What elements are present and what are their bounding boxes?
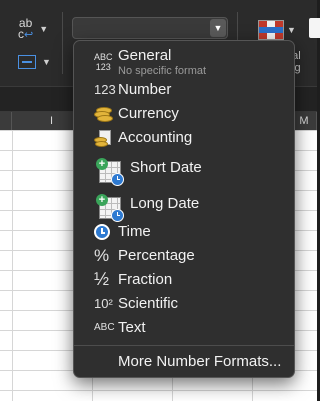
fraction-icon: ½ [94, 269, 109, 290]
menu-item-text[interactable]: ABC Text [74, 317, 294, 339]
short-date-calendar-icon: + [96, 158, 124, 186]
long-date-calendar-icon: + [96, 194, 124, 222]
menu-item-label: Percentage [118, 247, 195, 264]
icon-glyph: % [94, 246, 110, 265]
merge-cells-icon [18, 55, 36, 69]
menu-item-label: Time [118, 223, 151, 240]
number-format-combobox[interactable]: ▼ [72, 17, 228, 39]
icon-glyph: 10² [94, 296, 113, 311]
merge-center-button[interactable]: ▼ [18, 52, 51, 72]
menu-item-label: Short Date [130, 159, 202, 176]
menu-item-accounting[interactable]: Accounting [74, 127, 294, 149]
currency-coins-icon [94, 107, 113, 122]
menu-item-label: Fraction [118, 271, 173, 288]
accounting-ledger-icon [94, 130, 112, 147]
menu-item-sublabel: No specific format [118, 65, 207, 77]
wrap-text-icon: ab c↩ [18, 15, 34, 41]
icon-glyph: ½ [94, 269, 110, 289]
menu-item-label: Currency [118, 105, 179, 122]
menu-divider [74, 345, 294, 346]
scientific-icon: 10² [94, 296, 113, 311]
format-as-table-icon[interactable] [309, 18, 320, 38]
toolbar-separator [62, 12, 63, 74]
menu-item-label: General [118, 47, 172, 64]
icon-glyph-top: ABC [94, 52, 113, 62]
column-header-m[interactable]: M [292, 112, 317, 130]
menu-item-scientific[interactable]: 10² Scientific [74, 293, 294, 315]
chevron-down-icon[interactable]: ▼ [287, 25, 296, 35]
number-format-menu: ABC 123 General No specific format 123 N… [73, 40, 295, 378]
menu-item-more-number-formats[interactable]: More Number Formats... [74, 351, 294, 373]
menu-item-currency[interactable]: Currency [74, 103, 294, 125]
combobox-dropdown-arrow[interactable]: ▼ [210, 19, 226, 37]
menu-item-long-date[interactable]: + Long Date [74, 187, 294, 223]
menu-item-label: Text [118, 319, 146, 336]
general-abc-123-icon: ABC 123 [94, 52, 113, 72]
menu-item-label: Accounting [118, 129, 193, 146]
icon-glyph: 123 [94, 82, 116, 97]
menu-item-percentage[interactable]: % Percentage [74, 245, 294, 267]
chevron-down-icon: ▼ [42, 57, 51, 67]
menu-item-number[interactable]: 123 Number [74, 79, 294, 101]
column-header-label: M [299, 115, 309, 127]
text-abc-icon: ABC [94, 322, 115, 333]
column-header-label: I [49, 115, 54, 127]
menu-item-time[interactable]: Time [74, 221, 294, 243]
number-123-icon: 123 [94, 82, 116, 97]
percent-icon: % [94, 246, 109, 266]
menu-item-label: More Number Formats... [118, 353, 282, 370]
menu-item-short-date[interactable]: + Short Date [74, 151, 294, 187]
conditional-formatting-icon[interactable] [258, 20, 284, 40]
menu-item-general[interactable]: ABC 123 General No specific format [74, 45, 294, 79]
menu-item-label: Number [118, 81, 172, 98]
menu-item-label: Scientific [118, 295, 179, 312]
clock-icon [94, 224, 110, 240]
menu-item-label: Long Date [130, 195, 200, 212]
icon-glyph-bottom: 123 [95, 62, 111, 72]
column-header[interactable] [0, 112, 12, 130]
icon-glyph: ABC [94, 322, 115, 333]
chevron-down-icon: ▼ [39, 24, 49, 34]
wrap-text-button[interactable]: ab c↩ ▼ [18, 17, 48, 41]
menu-item-fraction[interactable]: ½ Fraction [74, 269, 294, 291]
